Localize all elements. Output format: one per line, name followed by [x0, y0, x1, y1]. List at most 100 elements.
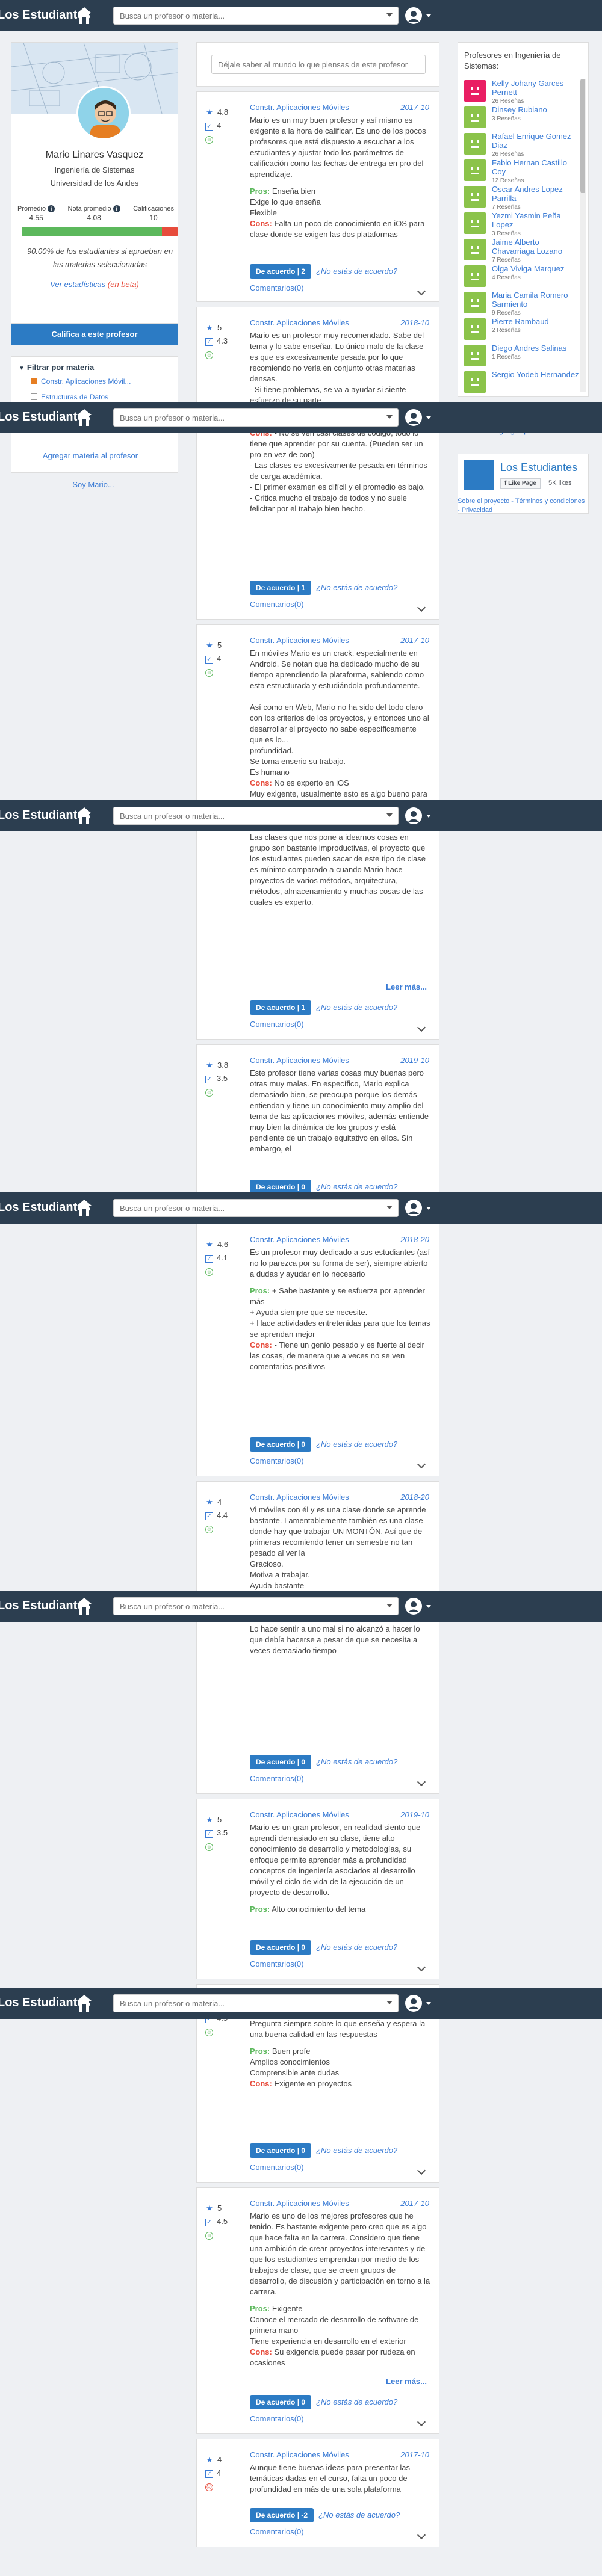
course-link[interactable]: Constr. Aplicaciones Móviles	[250, 1235, 349, 1244]
comments-link[interactable]: Comentarios(0)	[250, 283, 430, 292]
search-input[interactable]	[113, 1994, 399, 2012]
professor-name-link[interactable]: Kelly Johany Garces Pernett 26 Reseñas	[492, 79, 582, 106]
footer-links[interactable]: Sobre el proyecto - Términos y condicion…	[458, 497, 589, 515]
chevron-down-icon[interactable]	[426, 1605, 431, 1608]
search-input[interactable]	[113, 1199, 399, 1217]
disagree-link[interactable]: ¿No estás de acuerdo?	[316, 1943, 397, 1952]
comments-link[interactable]: Comentarios(0)	[250, 1456, 430, 1465]
comments-link[interactable]: Comentarios(0)	[250, 1774, 430, 1783]
professor-list-item[interactable]: Yezmi Yasmin Peña Lopez 3 Reseñas	[464, 211, 582, 238]
disagree-link[interactable]: ¿No estás de acuerdo?	[316, 583, 397, 592]
filter-checkbox[interactable]	[31, 393, 37, 400]
professor-list-item[interactable]: Sergio Yodeb Hernandez	[464, 370, 579, 394]
read-more-link[interactable]: Leer más...	[386, 982, 427, 991]
professor-name-link[interactable]: Sergio Yodeb Hernandez	[492, 370, 582, 379]
facebook-page-name[interactable]: Los Estudiantes	[500, 461, 577, 474]
professor-list-item[interactable]: Pierre Rambaud 2 Reseñas	[464, 317, 579, 341]
info-icon[interactable]: i	[113, 205, 120, 212]
disagree-link[interactable]: ¿No estás de acuerdo?	[316, 1182, 397, 1191]
filter-item[interactable]: Constr. Aplicaciones Móvil...	[31, 377, 131, 386]
comments-link[interactable]: Comentarios(0)	[250, 1959, 430, 1968]
chevron-down-icon[interactable]	[386, 13, 393, 17]
professor-list-item[interactable]: Kelly Johany Garces Pernett 26 Reseñas	[464, 79, 582, 106]
chevron-down-icon[interactable]	[426, 2002, 431, 2005]
professor-name-link[interactable]: Pierre Rambaud 2 Reseñas	[492, 317, 582, 335]
professor-name-link[interactable]: Fabio Hernan Castillo Coy 12 Reseñas	[492, 158, 582, 185]
professor-list-item[interactable]: Jaime Alberto Chavarriaga Lozano 7 Reseña…	[464, 238, 582, 265]
professor-list-item[interactable]: Fabio Hernan Castillo Coy 12 Reseñas	[464, 158, 582, 185]
brand-logo-icon[interactable]	[75, 1595, 94, 1617]
comments-link[interactable]: Comentarios(0)	[250, 600, 430, 609]
brand-logo-icon[interactable]	[75, 5, 94, 26]
chevron-down-icon[interactable]	[386, 1206, 393, 1209]
brand-logo-icon[interactable]	[75, 1992, 94, 2014]
scrollbar-thumb[interactable]	[580, 79, 585, 193]
agree-button[interactable]: De acuerdo | 1	[250, 581, 312, 595]
professor-list-item[interactable]: Dinsey Rubiano 3 Reseñas	[464, 105, 579, 129]
chevron-down-icon[interactable]	[386, 1604, 393, 1607]
user-icon[interactable]	[405, 1994, 423, 2012]
comments-link[interactable]: Comentarios(0)	[250, 1020, 430, 1029]
stats-link-label[interactable]: Ver estadísticas	[50, 280, 105, 289]
comments-link[interactable]: Comentarios(0)	[250, 2414, 430, 2423]
brand-logo-icon[interactable]	[75, 1197, 94, 1219]
course-link[interactable]: Constr. Aplicaciones Móviles	[250, 2199, 349, 2208]
review-input[interactable]	[211, 55, 426, 74]
rate-professor-button[interactable]: Califica a este profesor	[11, 324, 178, 345]
professor-name-link[interactable]: Yezmi Yasmin Peña Lopez 3 Reseñas	[492, 211, 582, 238]
read-more-link[interactable]: Leer más...	[386, 2377, 427, 2386]
chevron-down-icon[interactable]	[426, 416, 431, 419]
course-link[interactable]: Constr. Aplicaciones Móviles	[250, 1493, 349, 1502]
professor-name-link[interactable]: Oscar Andres Lopez Parrilla 7 Reseñas	[492, 185, 582, 212]
professor-list-item[interactable]: Olga Viviga Marquez 4 Reseñas	[464, 264, 579, 288]
disagree-link[interactable]: ¿No estás de acuerdo?	[316, 1757, 397, 1766]
search-input[interactable]	[113, 1597, 399, 1615]
agree-button[interactable]: De acuerdo | 2	[250, 264, 312, 279]
agree-button[interactable]: De acuerdo | 0	[250, 2395, 312, 2409]
chevron-down-icon[interactable]	[386, 415, 393, 419]
facebook-like-button[interactable]: f Like Page	[500, 478, 541, 489]
stats-link[interactable]: Ver estadísticas (en beta)	[11, 280, 178, 289]
chevron-down-icon[interactable]	[386, 2001, 393, 2004]
disagree-link[interactable]: ¿No estás de acuerdo?	[316, 2397, 397, 2406]
brand-logo-icon[interactable]	[75, 805, 94, 827]
professor-name-link[interactable]: Rafael Enrique Gomez Diaz 26 Reseñas	[492, 132, 582, 159]
professor-list-item[interactable]: Maria Camila Romero Sarmiento 9 Reseñas	[464, 291, 582, 318]
course-link[interactable]: Constr. Aplicaciones Móviles	[250, 636, 349, 645]
course-link[interactable]: Constr. Aplicaciones Móviles	[250, 1810, 349, 1819]
professor-name-link[interactable]: Jaime Alberto Chavarriaga Lozano 7 Reseña…	[492, 238, 582, 265]
course-link[interactable]: Constr. Aplicaciones Móviles	[250, 318, 349, 327]
user-icon[interactable]	[405, 408, 423, 427]
filter-checkbox[interactable]	[31, 378, 37, 384]
user-icon[interactable]	[405, 807, 423, 825]
user-icon[interactable]	[405, 7, 423, 25]
add-material-link[interactable]: Agregar materia al profesor	[0, 451, 181, 460]
chevron-down-icon[interactable]	[426, 815, 431, 818]
disagree-link[interactable]: ¿No estás de acuerdo?	[316, 1003, 397, 1012]
course-link[interactable]: Constr. Aplicaciones Móviles	[250, 1056, 349, 1065]
chevron-down-icon[interactable]	[426, 1207, 431, 1210]
professor-name-link[interactable]: Olga Viviga Marquez 4 Reseñas	[492, 264, 582, 282]
user-icon[interactable]	[405, 1199, 423, 1217]
search-input[interactable]	[113, 408, 399, 427]
filter-item[interactable]: Estructuras de Datos	[31, 393, 108, 401]
chevron-down-icon[interactable]	[386, 813, 393, 817]
search-input[interactable]	[113, 807, 399, 825]
agree-button[interactable]: De acuerdo | 0	[250, 1755, 312, 1769]
chevron-down-icon[interactable]	[426, 14, 431, 17]
comments-link[interactable]: Comentarios(0)	[250, 2527, 430, 2536]
user-icon[interactable]	[405, 1597, 423, 1615]
info-icon[interactable]: i	[48, 205, 55, 212]
agree-button[interactable]: De acuerdo | -2	[250, 2508, 314, 2522]
professor-list-item[interactable]: Diego Andres Salinas 1 Reseñas	[464, 344, 579, 368]
agree-button[interactable]: De acuerdo | 0	[250, 2143, 312, 2158]
comments-link[interactable]: Comentarios(0)	[250, 2163, 430, 2172]
agree-button[interactable]: De acuerdo | 0	[250, 1940, 312, 1955]
disagree-link[interactable]: ¿No estás de acuerdo?	[316, 267, 397, 276]
professor-name-link[interactable]: Diego Andres Salinas 1 Reseñas	[492, 344, 582, 362]
professor-list-item[interactable]: Rafael Enrique Gomez Diaz 26 Reseñas	[464, 132, 582, 159]
professor-name-link[interactable]: Dinsey Rubiano 3 Reseñas	[492, 105, 582, 123]
course-link[interactable]: Constr. Aplicaciones Móviles	[250, 2450, 349, 2459]
professor-name-link[interactable]: Maria Camila Romero Sarmiento 9 Reseñas	[492, 291, 582, 318]
brand-logo-icon[interactable]	[75, 407, 94, 428]
